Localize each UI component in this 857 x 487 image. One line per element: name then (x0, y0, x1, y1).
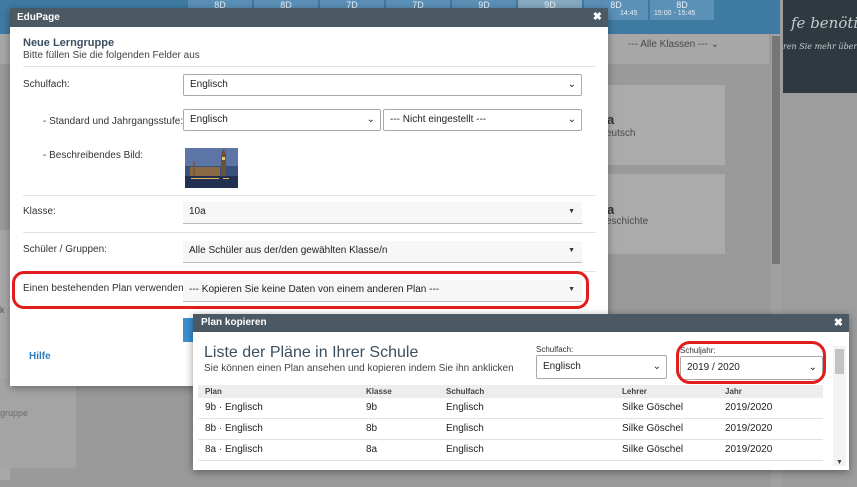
klasse-label: Klasse: (23, 206, 56, 217)
plan-list-heading: Liste der Pläne in Ihrer Schule (204, 344, 419, 361)
cell-plan: 8a · Englisch (205, 444, 263, 455)
table-row[interactable]: 8b · Englisch 8b Englisch Silke Göschel … (198, 419, 823, 440)
background-left-card[interactable]: gruppe (0, 378, 76, 468)
background-time-2: 15:00 - 15:45 (654, 10, 696, 17)
cell-plan: 9b · Englisch (205, 402, 263, 413)
copy-plan-title: Plan kopieren (201, 317, 267, 328)
cell-klasse: 8b (366, 423, 378, 434)
cell-lehrer: Silke Göschel (622, 423, 684, 434)
card-1-sub: eutsch (606, 128, 636, 139)
cell-plan: 8b · Englisch (205, 423, 263, 434)
chevron-down-icon: ⌄ (652, 361, 661, 372)
column-header: Plan (205, 387, 222, 396)
jahrgang-value: --- Nicht eingestellt --- (390, 114, 487, 125)
plans-scrollbar[interactable]: ▼ (833, 346, 846, 466)
caret-down-icon: ▼ (568, 208, 575, 215)
pk-schulfach-label: Schulfach: (536, 345, 574, 354)
table-header: Plan Klasse Schulfach Lehrer Jahr (198, 385, 823, 398)
class-filter-label: --- Alle Klassen --- (628, 39, 709, 50)
standard-label: - Standard und Jahrgangsstufe: (43, 116, 184, 127)
close-icon[interactable]: ✖ (593, 8, 602, 27)
chalkboard-banner: fe benötig ren Sie mehr über (783, 0, 857, 93)
klasse-value: 10a (189, 206, 206, 217)
dialog-subheading: Bitte füllen Sie die folgenden Felder au… (23, 50, 200, 61)
dialog-title-bar: EduPage ✖ (10, 8, 608, 27)
copy-plan-dialog: Plan kopieren ✖ Liste der Pläne in Ihrer… (193, 314, 849, 470)
schulfach-value: Englisch (190, 79, 228, 90)
standard-select[interactable]: Englisch ⌄ (183, 109, 381, 131)
help-link[interactable]: Hilfe (29, 351, 51, 362)
jahrgang-select[interactable]: --- Nicht eingestellt --- ⌄ (383, 109, 582, 131)
background-scrollbar-thumb[interactable] (772, 36, 780, 264)
column-header: Jahr (725, 387, 742, 396)
cell-schulfach: Englisch (446, 402, 484, 413)
copy-plan-title-bar: Plan kopieren ✖ (193, 314, 849, 332)
cell-lehrer: Silke Göschel (622, 444, 684, 455)
cell-jahr: 2019/2020 (725, 402, 773, 413)
chevron-down-icon: ⌄ (567, 79, 576, 90)
background-card-1[interactable]: a eutsch (590, 85, 725, 165)
schueler-label: Schüler / Gruppen: (23, 244, 107, 255)
schueler-select[interactable]: Alle Schüler aus der/den gewählten Klass… (183, 241, 582, 263)
schueler-value: Alle Schüler aus der/den gewählten Klass… (189, 245, 388, 256)
table-row[interactable]: 8a · Englisch 8a Englisch Silke Göschel … (198, 440, 823, 461)
pk-schulfach-select[interactable]: Englisch ⌄ (536, 355, 667, 379)
plan-list-subheading: Sie können einen Plan ansehen und kopier… (204, 363, 514, 374)
scroll-down-arrow-icon[interactable]: ▼ (836, 459, 843, 466)
schulfach-select[interactable]: Englisch ⌄ (183, 74, 582, 96)
card-1-title: a (607, 112, 615, 127)
column-header: Lehrer (622, 387, 647, 396)
cell-jahr: 2019/2020 (725, 423, 773, 434)
cell-schulfach: Englisch (446, 444, 484, 455)
close-icon[interactable]: ✖ (834, 314, 843, 332)
schulfach-label: Schulfach: (23, 79, 70, 90)
bild-label: - Beschreibendes Bild: (43, 150, 144, 161)
chevron-down-icon: ⌄ (366, 114, 375, 125)
chevron-down-icon: ⌄ (567, 114, 576, 125)
background-left-text: k (0, 305, 5, 315)
cell-schulfach: Englisch (446, 423, 484, 434)
background-time-1: 14:45 (620, 10, 638, 17)
cell-klasse: 9b (366, 402, 378, 413)
schuljahr-highlight-annotation (676, 341, 826, 384)
card-2-title: a (607, 202, 615, 217)
caret-down-icon: ▼ (568, 247, 575, 254)
left-card-text: gruppe (0, 408, 29, 418)
standard-value: Englisch (190, 114, 228, 125)
column-header: Schulfach (446, 387, 485, 396)
chevron-down-icon: ⌄ (710, 39, 720, 50)
cell-lehrer: Silke Göschel (622, 402, 684, 413)
dialog-heading: Neue Lerngruppe (23, 37, 115, 49)
card-2-sub: eschichte (606, 216, 649, 227)
chalk-line-1: fe benötig (791, 14, 857, 32)
plans-scrollbar-thumb[interactable] (835, 349, 844, 374)
background-card-2[interactable]: a eschichte (590, 174, 725, 254)
plan-highlight-annotation (12, 271, 589, 309)
klasse-select[interactable]: 10a ▼ (183, 202, 582, 224)
table-row[interactable]: 9b · Englisch 9b Englisch Silke Göschel … (198, 398, 823, 419)
pk-schulfach-value: Englisch (543, 361, 581, 372)
london-image[interactable] (185, 148, 238, 188)
chalk-line-2: ren Sie mehr über (783, 42, 857, 51)
dialog-title: EduPage (17, 12, 60, 23)
cell-jahr: 2019/2020 (725, 444, 773, 455)
background-class-filter[interactable]: --- Alle Klassen --- ⌄ (628, 39, 719, 50)
cell-klasse: 8a (366, 444, 378, 455)
column-header: Klasse (366, 387, 392, 396)
